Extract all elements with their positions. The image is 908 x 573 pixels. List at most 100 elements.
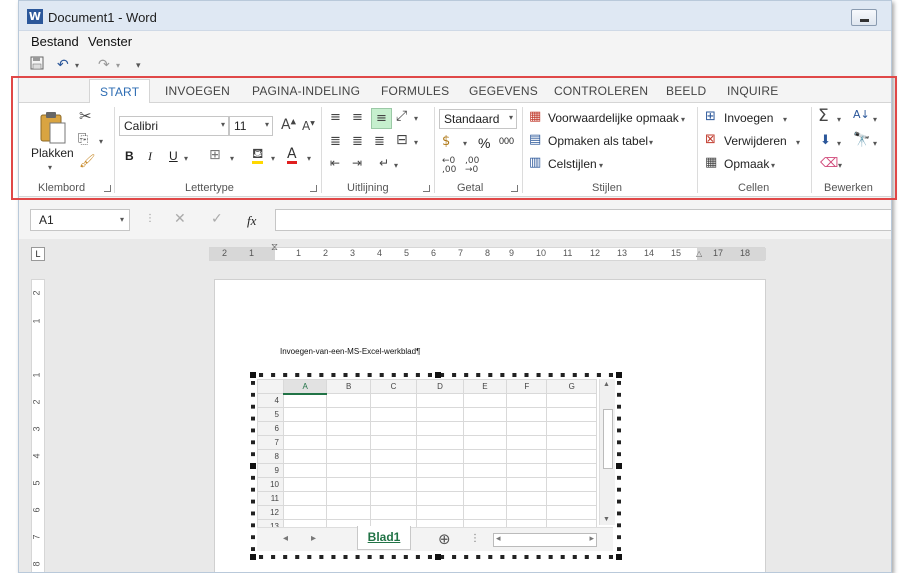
tab-invoegen[interactable]: INVOEGEN — [165, 84, 230, 98]
cell[interactable] — [416, 491, 464, 506]
copy-icon[interactable]: ⎘ — [78, 133, 88, 146]
cell[interactable] — [546, 463, 597, 478]
font-size-dropdown-icon[interactable]: ▾ — [265, 120, 269, 129]
align-left-icon[interactable]: ≣ — [330, 135, 341, 148]
cell[interactable] — [462, 491, 508, 506]
save-icon[interactable] — [30, 56, 44, 73]
copy-dropdown-icon[interactable]: ▾ — [99, 137, 103, 146]
cell[interactable] — [506, 505, 548, 520]
cell[interactable] — [369, 505, 418, 520]
scroll-right-icon[interactable]: ▸ — [589, 534, 594, 544]
cell[interactable] — [282, 393, 328, 408]
minimize-button[interactable] — [851, 9, 877, 26]
cell[interactable] — [462, 463, 508, 478]
cell[interactable] — [546, 421, 597, 436]
align-right-icon[interactable]: ≣ — [374, 135, 385, 148]
conditional-format-icon[interactable]: ▦ — [529, 110, 541, 123]
prev-sheet-icon[interactable]: ◂ — [283, 533, 288, 544]
scroll-down-icon[interactable]: ▼ — [603, 516, 610, 523]
column-header[interactable]: E — [462, 379, 508, 394]
cell[interactable] — [282, 477, 328, 492]
cell[interactable] — [416, 505, 464, 520]
cell[interactable] — [462, 505, 508, 520]
cell[interactable] — [416, 435, 464, 450]
font-name-dropdown-icon[interactable]: ▾ — [221, 120, 225, 129]
cell[interactable] — [462, 477, 508, 492]
resize-handle[interactable] — [250, 372, 256, 378]
horizontal-ruler[interactable]: 2 1 1 2 3 4 5 6 7 8 9 10 11 12 13 14 15 … — [209, 247, 766, 261]
tab-formules[interactable]: FORMULES — [381, 84, 449, 98]
format-cells-icon[interactable]: ▦ — [705, 156, 717, 169]
increase-indent-icon[interactable]: ⇥ — [352, 157, 362, 169]
redo-icon[interactable]: ↷ — [98, 56, 110, 73]
cut-icon[interactable]: ✂ — [79, 109, 92, 124]
cell-styles-dropdown-icon[interactable]: ▾ — [599, 161, 603, 170]
cell[interactable] — [462, 449, 508, 464]
right-indent-icon[interactable]: △ — [696, 250, 702, 258]
orientation-dropdown-icon[interactable]: ▾ — [414, 114, 418, 123]
row-header[interactable]: 10 — [257, 477, 284, 492]
more-options-icon[interactable]: ⋮ — [145, 214, 155, 224]
cell[interactable] — [546, 449, 597, 464]
cell[interactable] — [506, 449, 548, 464]
word-app-icon[interactable]: W — [27, 9, 43, 24]
cell[interactable] — [462, 407, 508, 422]
paste-dropdown-icon[interactable]: ▾ — [48, 163, 52, 172]
row-header[interactable]: 11 — [257, 491, 284, 506]
row-header[interactable]: 4 — [257, 393, 284, 408]
conditional-format-dropdown-icon[interactable]: ▾ — [681, 115, 685, 124]
name-box[interactable]: A1 ▾ — [30, 209, 130, 231]
cell[interactable] — [506, 421, 548, 436]
borders-dropdown-icon[interactable]: ▾ — [230, 154, 234, 163]
format-as-table-icon[interactable]: ▤ — [529, 133, 541, 146]
delete-cells-dropdown-icon[interactable]: ▾ — [796, 138, 800, 147]
format-as-table-button[interactable]: Opmaken als tabel — [548, 134, 648, 148]
resize-handle[interactable] — [250, 554, 256, 560]
horizontal-scrollbar[interactable]: ◂ ▸ — [493, 533, 597, 547]
orientation-icon[interactable]: ⤢ — [396, 109, 407, 123]
cell[interactable] — [369, 491, 418, 506]
column-header[interactable]: A — [282, 379, 328, 395]
more-sheets-icon[interactable]: ⋮ — [470, 533, 480, 544]
wrap-text-icon[interactable]: ↵ — [379, 157, 389, 169]
bold-button[interactable]: B — [125, 149, 134, 163]
cell[interactable] — [506, 463, 548, 478]
cell[interactable] — [506, 407, 548, 422]
format-cells-dropdown-icon[interactable]: ▾ — [771, 161, 775, 170]
cell[interactable] — [282, 407, 328, 422]
tab-selector[interactable]: L — [31, 247, 45, 261]
underline-dropdown-icon[interactable]: ▾ — [184, 154, 188, 163]
cell-styles-button[interactable]: Celstijlen — [548, 157, 597, 171]
row-header[interactable]: 7 — [257, 435, 284, 450]
customize-qat-icon[interactable]: ▾ — [136, 60, 141, 71]
thousands-button[interactable]: 000 — [499, 136, 514, 146]
format-painter-icon[interactable]: 🖌 — [79, 155, 96, 168]
row-header[interactable]: 8 — [257, 449, 284, 464]
klembord-launcher-icon[interactable] — [104, 185, 111, 192]
cell[interactable] — [506, 435, 548, 450]
tab-gegevens[interactable]: GEGEVENS — [469, 84, 538, 98]
cell[interactable] — [546, 407, 597, 422]
currency-dropdown-icon[interactable]: ▾ — [463, 139, 467, 148]
cell[interactable] — [282, 435, 328, 450]
italic-button[interactable]: I — [148, 149, 152, 164]
borders-icon[interactable]: ⊞ — [209, 148, 221, 162]
add-sheet-icon[interactable]: ⊕ — [438, 530, 451, 548]
cell[interactable] — [326, 477, 371, 492]
sheet-grid[interactable]: A B C D E F G 4 5 6 7 8 9 10 11 12 13 — [257, 379, 597, 534]
resize-handle[interactable] — [616, 372, 622, 378]
fill-color-icon[interactable]: ⛾ — [252, 147, 264, 164]
cell[interactable] — [462, 393, 508, 408]
insert-cells-dropdown-icon[interactable]: ▾ — [783, 115, 787, 124]
align-center-icon[interactable]: ≣ — [352, 135, 363, 148]
cell[interactable] — [462, 435, 508, 450]
decrease-decimal-icon[interactable]: ,00 →0 — [465, 157, 479, 175]
cell-styles-icon[interactable]: ▥ — [529, 156, 541, 169]
row-header[interactable]: 9 — [257, 463, 284, 478]
scroll-thumb[interactable] — [603, 409, 613, 469]
cell[interactable] — [416, 393, 464, 408]
increase-decimal-icon[interactable]: ←0,00 — [442, 157, 456, 175]
cell[interactable] — [369, 463, 418, 478]
cell[interactable] — [282, 421, 328, 436]
cell[interactable] — [416, 477, 464, 492]
